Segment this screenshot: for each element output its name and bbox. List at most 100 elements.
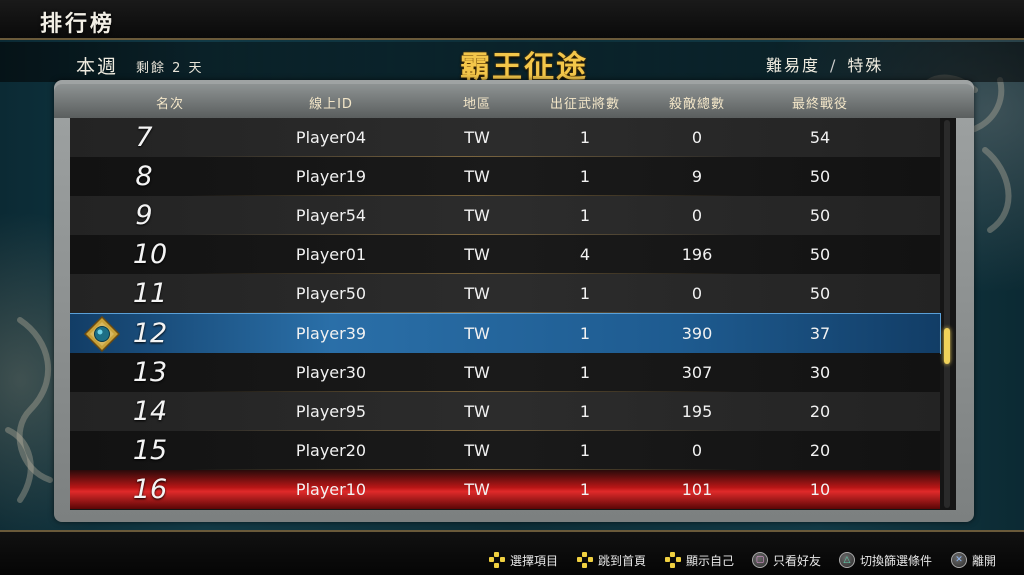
- difficulty-value: 特殊: [847, 56, 884, 75]
- difficulty-display: 難易度 / 特殊: [766, 52, 883, 76]
- table-row[interactable]: 7 Player04 TW 1 0 54: [70, 118, 940, 157]
- region-cell: TW: [464, 167, 490, 186]
- last-battle-cell: 54: [809, 128, 831, 147]
- hint-switch-filter-label: 切換篩選條件: [860, 553, 933, 568]
- table-row[interactable]: 13 Player30 TW 1 307 30: [70, 353, 940, 392]
- region-cell: TW: [464, 206, 490, 225]
- online-id-cell: Player20: [295, 441, 367, 460]
- hint-leave-label: 離開: [972, 553, 997, 568]
- hint-show-self[interactable]: 顯示自己: [665, 551, 734, 569]
- officers-cell: 1: [579, 128, 591, 147]
- scrollbar-thumb[interactable]: [944, 328, 950, 364]
- table-row-selected[interactable]: 12 Player39 TW 1 390 37: [70, 313, 941, 354]
- officers-cell: 1: [579, 167, 591, 186]
- last-battle-cell: 50: [809, 284, 831, 303]
- hint-jump-top[interactable]: 跳到首頁: [577, 551, 646, 569]
- online-id-cell: Player95: [295, 402, 367, 421]
- rank-cell: 8: [135, 161, 153, 192]
- online-id-cell: Player54: [295, 206, 367, 225]
- hint-switch-filter[interactable]: △ 切換篩選條件: [839, 551, 932, 569]
- officers-cell: 1: [579, 402, 591, 421]
- rank-cell: 7: [135, 122, 153, 153]
- online-id-cell: Player19: [295, 167, 367, 186]
- kills-cell: 9: [691, 167, 703, 186]
- region-cell: TW: [464, 128, 490, 147]
- kills-cell: 0: [691, 206, 703, 225]
- kills-cell: 0: [691, 128, 703, 147]
- kills-cell: 0: [691, 441, 703, 460]
- region-cell: TW: [464, 363, 490, 382]
- screen-title: 排行榜: [40, 11, 116, 37]
- online-id-cell: Player04: [295, 128, 367, 147]
- officers-cell: 1: [579, 441, 591, 460]
- leaderboard-list[interactable]: 7 Player04 TW 1 0 54 8 Player19 TW 1 9 5…: [70, 118, 956, 510]
- last-battle-cell: 20: [809, 402, 831, 421]
- region-cell: TW: [464, 245, 490, 264]
- table-row-highlighted[interactable]: 16 Player10 TW 1 101 10: [70, 470, 940, 509]
- last-battle-cell: 10: [809, 480, 831, 499]
- last-battle-cell: 50: [809, 245, 831, 264]
- rank-cell: 12: [132, 318, 168, 349]
- column-header-rank: 名次: [155, 97, 185, 112]
- officers-cell: 1: [579, 324, 591, 343]
- square-button-icon: ▢: [752, 552, 768, 568]
- scrollbar-track[interactable]: [944, 120, 950, 508]
- hint-friends-only[interactable]: ▢ 只看好友: [752, 551, 821, 569]
- hint-show-self-label: 顯示自己: [686, 553, 735, 568]
- officers-cell: 1: [579, 480, 591, 499]
- table-row[interactable]: 11 Player50 TW 1 0 50: [70, 274, 940, 313]
- online-id-cell: Player30: [295, 363, 367, 382]
- rank-cell: 11: [132, 278, 168, 309]
- officers-cell: 1: [579, 284, 591, 303]
- last-battle-cell: 20: [809, 441, 831, 460]
- kills-cell: 101: [681, 480, 713, 499]
- column-header-officers: 出征武將數: [549, 97, 621, 112]
- online-id-cell: Player39: [295, 324, 367, 343]
- difficulty-separator: /: [830, 56, 838, 75]
- kills-cell: 307: [681, 363, 713, 382]
- top-bar: [0, 0, 1024, 40]
- kills-cell: 0: [691, 284, 703, 303]
- online-id-cell: Player50: [295, 284, 367, 303]
- table-row[interactable]: 8 Player19 TW 1 9 50: [70, 157, 940, 196]
- last-battle-cell: 50: [809, 167, 831, 186]
- region-cell: TW: [464, 480, 490, 499]
- cross-button-icon: ✕: [951, 552, 967, 568]
- last-battle-cell: 30: [809, 363, 831, 382]
- table-row[interactable]: 10 Player01 TW 4 196 50: [70, 235, 940, 274]
- kills-cell: 195: [681, 402, 713, 421]
- last-battle-cell: 37: [809, 324, 831, 343]
- hint-leave[interactable]: ✕ 離開: [951, 551, 996, 569]
- table-row[interactable]: 9 Player54 TW 1 0 50: [70, 196, 940, 235]
- rank-cell: 15: [132, 435, 168, 466]
- officers-cell: 1: [579, 363, 591, 382]
- online-id-cell: Player01: [295, 245, 367, 264]
- hint-jump-top-label: 跳到首頁: [598, 553, 647, 568]
- table-row[interactable]: 14 Player95 TW 1 195 20: [70, 392, 940, 431]
- hint-select-label: 選擇項目: [510, 553, 559, 568]
- table-row[interactable]: 15 Player20 TW 1 0 20: [70, 431, 940, 470]
- rank-cell: 13: [132, 357, 168, 388]
- hint-friends-only-label: 只看好友: [773, 553, 822, 568]
- remaining-days: 剩餘 2 天: [136, 61, 204, 76]
- kills-cell: 390: [681, 324, 713, 343]
- rank-cell: 9: [135, 200, 153, 231]
- difficulty-label: 難易度: [766, 56, 821, 75]
- last-battle-cell: 50: [809, 206, 831, 225]
- column-header-last-battle: 最終戰役: [791, 97, 849, 112]
- dpad-icon: [577, 552, 593, 568]
- hint-select[interactable]: 選擇項目: [489, 551, 558, 569]
- region-cell: TW: [464, 284, 490, 303]
- rank-cell: 14: [132, 396, 168, 427]
- dpad-icon: [489, 552, 505, 568]
- officers-cell: 1: [579, 206, 591, 225]
- column-header-online-id: 線上ID: [309, 97, 353, 112]
- region-cell: TW: [464, 441, 490, 460]
- triangle-button-icon: △: [839, 552, 855, 568]
- dpad-icon: [665, 552, 681, 568]
- column-header-region: 地區: [462, 97, 492, 112]
- online-id-cell: Player10: [295, 480, 367, 499]
- region-cell: TW: [464, 324, 490, 343]
- player-emblem-icon: [84, 316, 120, 352]
- rank-cell: 10: [132, 239, 168, 270]
